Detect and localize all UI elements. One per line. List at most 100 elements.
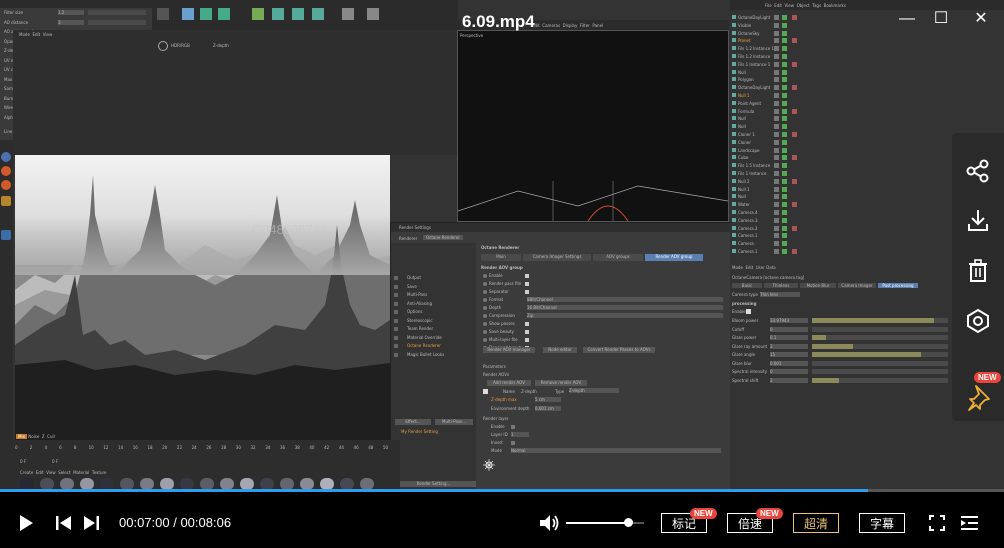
obj-menu-5[interactable]: Bookmarks bbox=[824, 3, 846, 8]
minimize-button[interactable]: — bbox=[896, 10, 918, 28]
object-row[interactable]: Fils 1 Instance 1 bbox=[730, 61, 1004, 68]
object-visibility-tag[interactable] bbox=[774, 61, 779, 67]
toolbar-icon-1[interactable] bbox=[157, 8, 169, 20]
rs-left-checkbox[interactable] bbox=[394, 276, 398, 280]
toolbar-icon-7[interactable] bbox=[292, 8, 304, 20]
object-check-tag[interactable] bbox=[782, 147, 787, 153]
rs-left-checkbox[interactable] bbox=[394, 301, 398, 306]
mat-menu-0[interactable]: Create bbox=[20, 470, 33, 475]
object-check-tag[interactable] bbox=[782, 22, 787, 28]
object-material-tag[interactable] bbox=[792, 85, 797, 91]
rs-left-checkbox[interactable] bbox=[394, 327, 398, 331]
toolbar-icon-10[interactable] bbox=[367, 8, 379, 20]
object-material-tag[interactable] bbox=[792, 155, 797, 161]
attr-tab[interactable]: Motion Blur bbox=[800, 283, 836, 288]
video-frame[interactable]: Filter size1.2AO distance3AO alpha shado… bbox=[0, 0, 1004, 490]
rs-left-item[interactable]: Save bbox=[407, 284, 417, 289]
object-check-tag[interactable] bbox=[782, 77, 787, 83]
bottom-tab-1[interactable]: Noise bbox=[28, 434, 39, 439]
render-view-settings-icon[interactable] bbox=[158, 41, 168, 51]
object-check-tag[interactable] bbox=[782, 249, 787, 254]
post-enable-checkbox[interactable] bbox=[746, 309, 751, 314]
rs-param-checkbox[interactable] bbox=[525, 322, 529, 326]
post-param-value[interactable]: 0.001 bbox=[770, 360, 808, 366]
rs-param-checkbox[interactable] bbox=[525, 274, 529, 278]
object-visibility-tag[interactable] bbox=[774, 93, 779, 98]
rs-tab-aov-groups[interactable]: AOV groups bbox=[593, 254, 643, 261]
object-check-tag[interactable] bbox=[782, 186, 787, 192]
aov-type-select[interactable]: Z-depth bbox=[569, 388, 619, 393]
object-visibility-tag[interactable] bbox=[774, 210, 779, 215]
volume-icon[interactable] bbox=[539, 514, 561, 532]
object-visibility-tag[interactable] bbox=[774, 178, 779, 184]
download-button[interactable] bbox=[964, 207, 992, 235]
object-material-tag[interactable] bbox=[792, 132, 797, 137]
bottom-tab-3[interactable]: Cull bbox=[47, 434, 55, 439]
object-row[interactable]: Null bbox=[730, 123, 1004, 130]
add-aov-button[interactable]: Add render AOV bbox=[487, 380, 531, 386]
delete-button[interactable] bbox=[964, 257, 992, 285]
rs-param-value[interactable]: 8Bit/Channel bbox=[527, 297, 723, 302]
attr-tab[interactable]: Thinlens bbox=[764, 283, 798, 288]
object-check-tag[interactable] bbox=[782, 217, 787, 223]
obj-menu-3[interactable]: Object bbox=[797, 3, 810, 8]
palette-icon-5[interactable] bbox=[1, 230, 11, 240]
object-check-tag[interactable] bbox=[782, 30, 787, 36]
left-param-slider[interactable] bbox=[88, 19, 146, 25]
object-material-tag[interactable] bbox=[792, 15, 797, 20]
post-param-value[interactable]: 0.1 bbox=[770, 335, 808, 340]
object-visibility-tag[interactable] bbox=[774, 171, 779, 176]
object-visibility-tag[interactable] bbox=[774, 22, 779, 28]
post-param-slider-track[interactable] bbox=[812, 326, 948, 332]
rs-tab-render-aov-group[interactable]: Render AOV group bbox=[645, 254, 703, 261]
convert-passes-button[interactable]: Convert Render Passes to AOVs bbox=[583, 347, 655, 353]
render-view-tab-0[interactable]: Mode bbox=[19, 32, 30, 37]
obj-menu-0[interactable]: File bbox=[765, 3, 772, 8]
render-aovs-section[interactable]: Render AOVs bbox=[483, 372, 509, 377]
rs-param-checkbox[interactable] bbox=[525, 290, 529, 294]
rs-left-item[interactable]: Output bbox=[407, 275, 421, 280]
mat-menu-1[interactable]: Edit bbox=[36, 470, 44, 475]
object-visibility-tag[interactable] bbox=[774, 241, 779, 247]
render-viewport[interactable] bbox=[15, 155, 390, 443]
rs-left-checkbox[interactable] bbox=[394, 284, 398, 289]
view-menu-4[interactable]: Panel bbox=[592, 23, 603, 28]
object-row[interactable]: Polygon bbox=[730, 76, 1004, 83]
left-param-value[interactable]: 1.2 bbox=[58, 10, 84, 15]
rs-left-item[interactable]: Stereoscopic bbox=[407, 318, 433, 323]
post-param-value[interactable]: 0 bbox=[770, 369, 808, 374]
object-row[interactable]: Point Agent bbox=[730, 100, 1004, 107]
post-param-slider-track[interactable] bbox=[812, 335, 948, 340]
object-visibility-tag[interactable] bbox=[774, 233, 779, 239]
perspective-viewport[interactable]: Perspective bbox=[457, 30, 729, 222]
object-check-tag[interactable] bbox=[782, 225, 787, 231]
bottom-tab-0[interactable]: Mix bbox=[16, 434, 27, 439]
layer-param-value[interactable]: 1 bbox=[511, 432, 529, 437]
next-icon[interactable] bbox=[82, 515, 100, 531]
object-visibility-tag[interactable] bbox=[774, 85, 779, 91]
object-material-tag[interactable] bbox=[792, 38, 797, 44]
toolbar-icon-3[interactable] bbox=[200, 8, 212, 20]
object-material-tag[interactable] bbox=[792, 249, 797, 254]
object-visibility-tag[interactable] bbox=[774, 124, 779, 130]
object-visibility-tag[interactable] bbox=[774, 132, 779, 137]
rs-left-checkbox[interactable] bbox=[394, 310, 398, 314]
rs-left-item[interactable]: Magic Bullet Looks bbox=[407, 352, 444, 357]
rs-param-value[interactable]: Zip bbox=[527, 313, 723, 318]
object-check-tag[interactable] bbox=[782, 178, 787, 184]
object-row[interactable]: Visible bbox=[730, 22, 1004, 29]
pin-button[interactable] bbox=[964, 383, 992, 411]
object-visibility-tag[interactable] bbox=[774, 30, 779, 36]
object-row[interactable]: OctaneDayLight bbox=[730, 84, 1004, 91]
renderer-select[interactable]: Octane Renderer bbox=[423, 235, 463, 240]
rs-param-checkbox[interactable] bbox=[525, 338, 529, 342]
toolbar-icon-5[interactable] bbox=[252, 8, 264, 20]
left-param-value[interactable]: 3 bbox=[58, 19, 84, 25]
rs-left-checkbox[interactable] bbox=[394, 352, 398, 357]
palette-icon-4[interactable] bbox=[1, 196, 11, 206]
object-visibility-tag[interactable] bbox=[774, 77, 779, 83]
my-render-setting[interactable]: My Render Setting bbox=[401, 429, 438, 434]
rs-left-checkbox[interactable] bbox=[394, 344, 398, 348]
object-check-tag[interactable] bbox=[782, 38, 787, 44]
quality-button[interactable]: 超清 bbox=[793, 513, 839, 533]
